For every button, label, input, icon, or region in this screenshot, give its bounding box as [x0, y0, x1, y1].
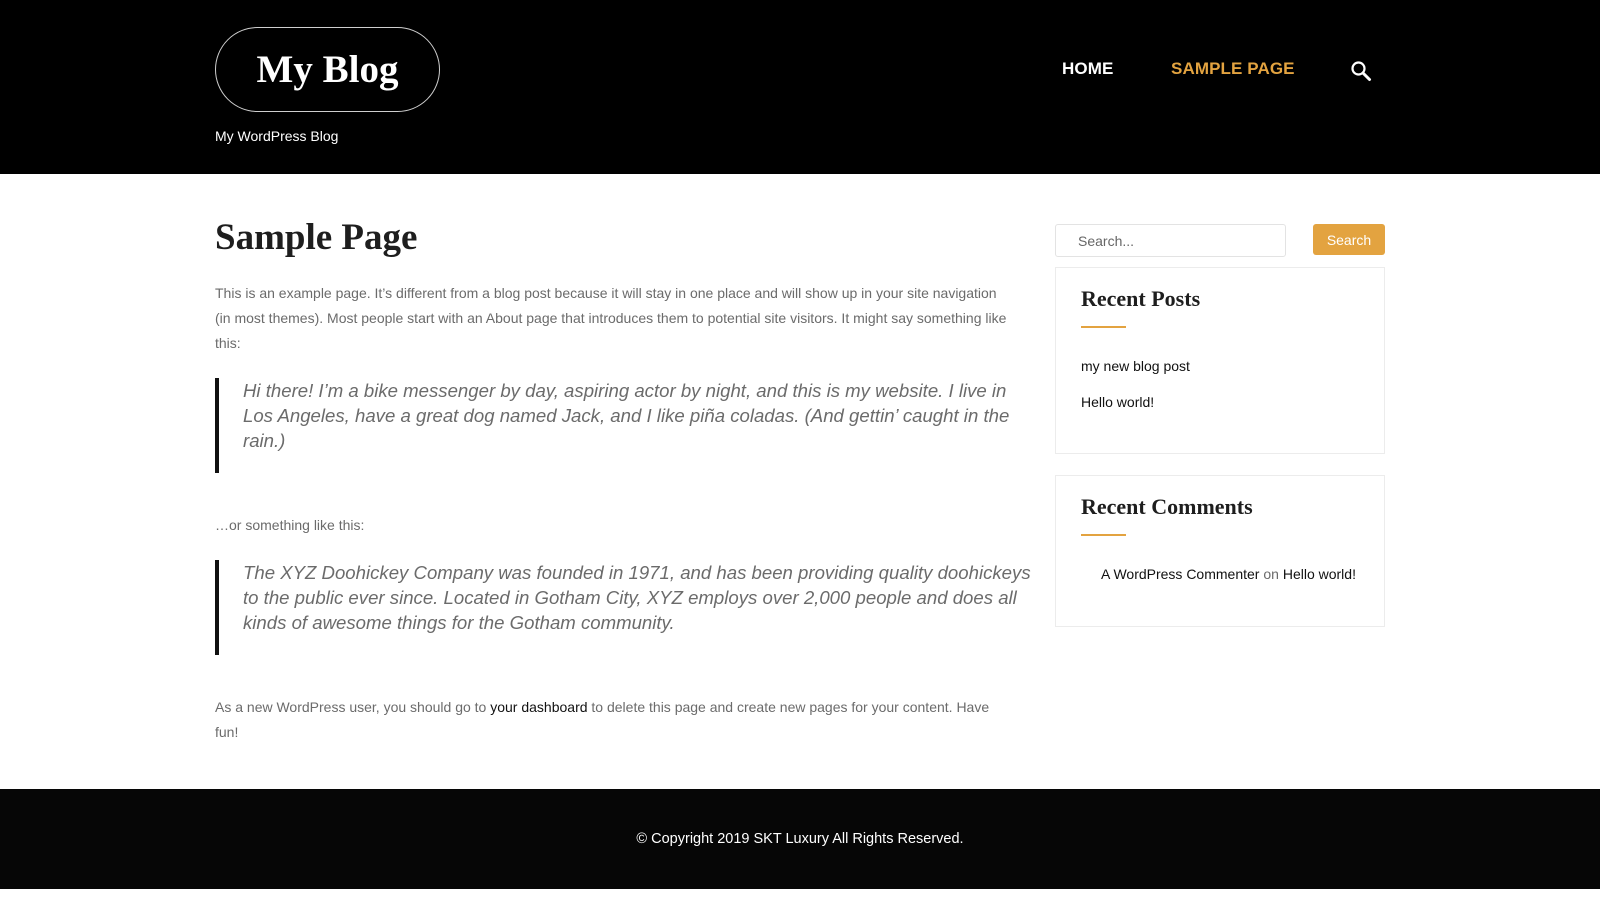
widget-title-underline — [1081, 326, 1126, 329]
blockquote-bike-messenger: Hi there! I’m a bike messenger by day, a… — [215, 377, 1033, 473]
recent-posts-list: my new blog post Hello world! — [1081, 356, 1359, 412]
recent-comment-item: A WordPress Commenter on Hello world! — [1101, 564, 1359, 584]
search-button[interactable]: Search — [1313, 224, 1385, 255]
list-item: Hello world! — [1081, 392, 1359, 412]
middle-paragraph: …or something like this: — [215, 516, 365, 533]
search-icon[interactable] — [1349, 59, 1373, 83]
recent-comments-title: Recent Comments — [1081, 494, 1253, 519]
recent-post-link[interactable]: Hello world! — [1081, 394, 1154, 410]
list-item: my new blog post — [1081, 356, 1359, 376]
copyright-text: © Copyright 2019 SKT Luxury All Rights R… — [636, 831, 964, 847]
page-title: Sample Page — [215, 217, 418, 258]
nav-item-sample-page[interactable]: SAMPLE PAGE — [1171, 59, 1295, 79]
dashboard-link[interactable]: your dashboard — [490, 699, 587, 715]
recent-comments-widget: Recent Comments A WordPress Commenter on… — [1055, 475, 1385, 627]
blockquote-xyz-company: The XYZ Doohickey Company was founded in… — [215, 559, 1033, 655]
nav-item-home[interactable]: HOME — [1062, 59, 1113, 79]
site-logo-link[interactable]: My Blog — [215, 27, 440, 112]
site-tagline: My WordPress Blog — [215, 128, 339, 144]
comment-author-link[interactable]: A WordPress Commenter — [1101, 566, 1259, 582]
search-input[interactable] — [1055, 224, 1286, 257]
comment-on-text: on — [1263, 566, 1279, 583]
page-content: Sample Page This is an example page. It’… — [215, 217, 1031, 745]
recent-posts-title: Recent Posts — [1081, 286, 1201, 311]
comment-post-link[interactable]: Hello world! — [1283, 566, 1356, 582]
widget-title-underline — [1081, 534, 1126, 537]
outro-text-before: As a new WordPress user, you should go t… — [215, 698, 491, 715]
recent-post-link[interactable]: my new blog post — [1081, 358, 1190, 374]
site-footer: © Copyright 2019 SKT Luxury All Rights R… — [0, 789, 1600, 889]
intro-paragraph: This is an example page. It’s different … — [215, 284, 1007, 351]
recent-posts-widget: Recent Posts my new blog post Hello worl… — [1055, 267, 1385, 454]
outro-paragraph: As a new WordPress user, you should go t… — [215, 695, 1010, 745]
site-header: My Blog My WordPress Blog HOME SAMPLE PA… — [0, 0, 1600, 174]
